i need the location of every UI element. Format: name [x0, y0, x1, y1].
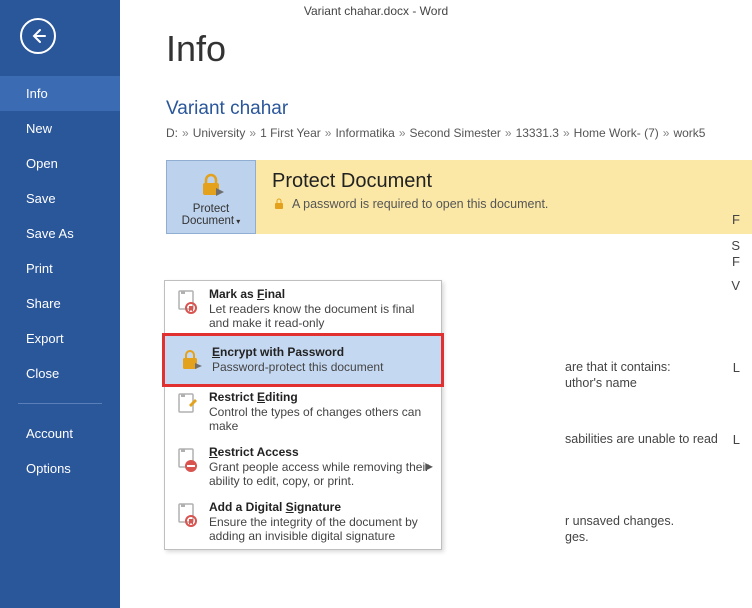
sidebar-item-export[interactable]: Export	[0, 321, 120, 356]
sidebar-item-share[interactable]: Share	[0, 286, 120, 321]
partial-text-2: uthor's name	[565, 376, 637, 390]
sidebar-item-close[interactable]: Close	[0, 356, 120, 391]
lock-shield-icon	[171, 169, 251, 201]
sidebar-item-info[interactable]: Info	[0, 76, 120, 111]
menu-item-4[interactable]: Add a Digital SignatureEnsure the integr…	[165, 494, 441, 549]
lock-icon	[176, 345, 204, 375]
right-edge-letter: L	[733, 360, 740, 375]
menu-item-desc: Grant people access while removing their…	[209, 460, 433, 488]
partial-text-5: ges.	[565, 530, 589, 544]
document-name: Variant chahar	[166, 98, 752, 120]
crumb-part: work5	[673, 126, 705, 140]
menu-item-title: Restrict Access	[209, 445, 433, 459]
page-title: Info	[166, 28, 752, 70]
crumb-part: D:	[166, 126, 178, 140]
crumb-part: 13331.3	[516, 126, 559, 140]
menu-item-desc: Let readers know the document is final a…	[209, 302, 433, 330]
menu-item-title: Add a Digital Signature	[209, 500, 433, 514]
sidebar-item-print[interactable]: Print	[0, 251, 120, 286]
menu-item-desc: Control the types of changes others can …	[209, 405, 433, 433]
backstage-sidebar: Info New Open Save Save As Print Share E…	[0, 0, 120, 608]
sidebar-item-saveas[interactable]: Save As	[0, 216, 120, 251]
sidebar-separator	[18, 403, 102, 404]
block-icon	[173, 445, 201, 475]
crumb-part: 1 First Year	[260, 126, 321, 140]
crumb-part: University	[193, 126, 246, 140]
menu-item-title: Mark as Final	[209, 287, 433, 301]
protect-document-banner: ProtectDocument ▾ Protect Document A pas…	[166, 160, 752, 234]
sidebar-item-save[interactable]: Save	[0, 181, 120, 216]
arrow-left-icon	[29, 27, 47, 45]
protect-subtitle: A password is required to open this docu…	[292, 197, 548, 211]
small-lock-icon	[272, 197, 286, 211]
protect-document-menu: Mark as FinalLet readers know the docume…	[164, 280, 442, 550]
crumb-part: Home Work- (7)	[574, 126, 659, 140]
partial-text-4: r unsaved changes.	[565, 514, 674, 528]
pencil-icon	[173, 390, 201, 420]
partial-text-1: are that it contains:	[565, 360, 671, 374]
menu-item-desc: Ensure the integrity of the document by …	[209, 515, 433, 543]
protect-document-button[interactable]: ProtectDocument ▾	[166, 160, 256, 234]
right-edge-letter: S	[731, 238, 740, 253]
sidebar-item-account[interactable]: Account	[0, 416, 120, 451]
menu-item-desc: Password-protect this document	[212, 360, 383, 374]
partial-text-3: sabilities are unable to read	[565, 432, 718, 446]
menu-item-title: Restrict Editing	[209, 390, 433, 404]
crumb-part: Second Simester	[410, 126, 501, 140]
back-button[interactable]	[20, 18, 56, 54]
protect-label-2: Document	[182, 215, 234, 227]
ribbon-icon	[173, 287, 201, 317]
protect-title: Protect Document	[272, 170, 736, 193]
breadcrumb: D:»University»1 First Year»Informatika»S…	[166, 126, 752, 140]
menu-item-2[interactable]: Restrict EditingControl the types of cha…	[165, 384, 441, 439]
right-edge-letter: L	[733, 432, 740, 447]
sidebar-item-open[interactable]: Open	[0, 146, 120, 181]
submenu-arrow-icon: ▶	[425, 461, 433, 472]
sidebar-item-new[interactable]: New	[0, 111, 120, 146]
menu-item-title: Encrypt with Password	[212, 345, 383, 359]
menu-item-0[interactable]: Mark as FinalLet readers know the docume…	[165, 281, 441, 336]
protect-label-1: Protect	[193, 203, 229, 215]
crumb-part: Informatika	[335, 126, 394, 140]
right-edge-letter: V	[731, 278, 740, 293]
right-edge-letter: F	[732, 254, 740, 269]
menu-item-1[interactable]: Encrypt with PasswordPassword-protect th…	[162, 333, 444, 387]
right-edge-letter: F	[732, 212, 740, 227]
sidebar-item-options[interactable]: Options	[0, 451, 120, 486]
menu-item-3[interactable]: Restrict AccessGrant people access while…	[165, 439, 441, 494]
title-bar: Variant chahar.docx - Word	[0, 0, 752, 22]
ribbon-icon	[173, 500, 201, 530]
